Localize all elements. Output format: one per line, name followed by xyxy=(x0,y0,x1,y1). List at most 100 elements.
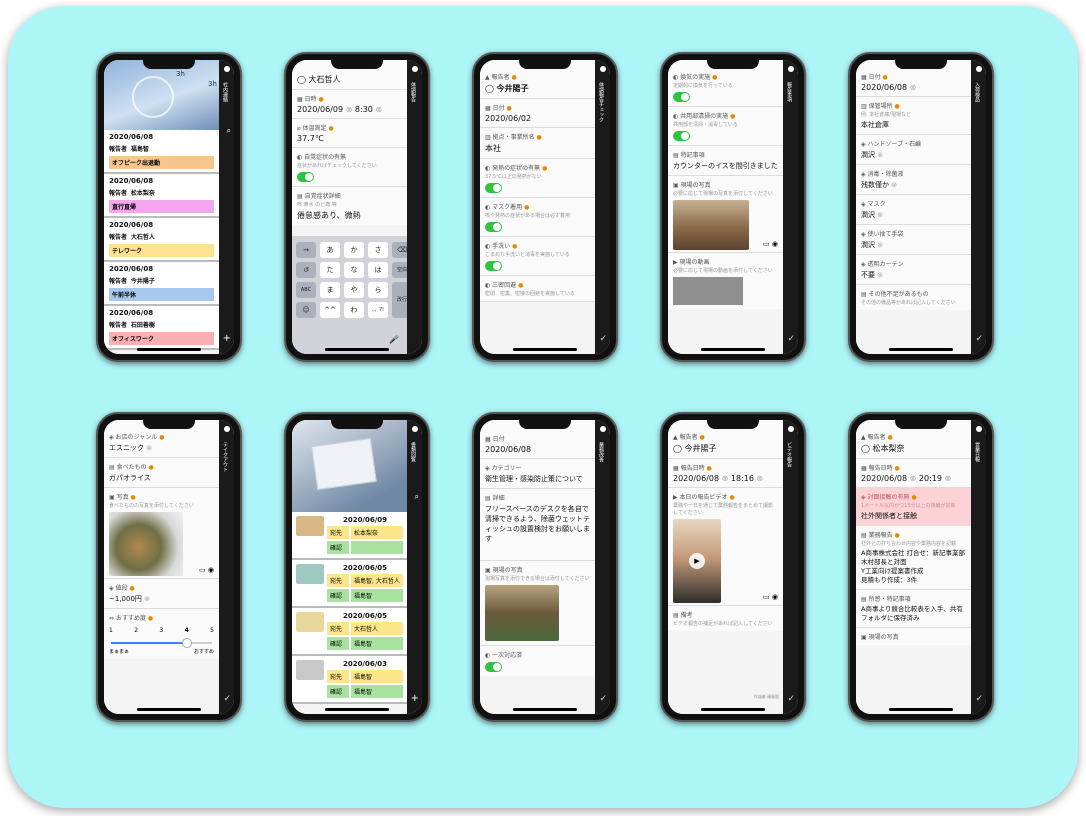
gallery-icon[interactable]: ▭ xyxy=(763,240,770,248)
item-toggle[interactable] xyxy=(485,261,502,271)
document-row[interactable]: 2020/06/05 宛先 大石哲人 確認 福島智 xyxy=(292,608,407,656)
key[interactable]: な xyxy=(344,262,364,278)
key[interactable]: ま xyxy=(320,282,340,298)
menu-icon[interactable] xyxy=(412,426,418,432)
key[interactable]: か xyxy=(344,242,364,258)
menu-icon[interactable] xyxy=(976,426,982,432)
check-icon[interactable]: ✓ xyxy=(975,334,983,344)
camera-icon[interactable]: ◉ xyxy=(208,566,214,574)
report-card[interactable]: 2020/06/08 報告者 石田善樹 オフィスワーク xyxy=(104,306,219,350)
menu-icon[interactable] xyxy=(976,66,982,72)
search-icon[interactable]: ⌕ xyxy=(415,492,419,502)
key[interactable]: は xyxy=(368,262,388,278)
stock-row[interactable]: ◈ ハンドソープ・石鹸 潤沢 ⊗ xyxy=(856,135,971,165)
report-card[interactable]: 2020/06/08 報告者 今井陽子 午前半休 xyxy=(104,262,219,306)
clear-icon[interactable]: ⊗ xyxy=(877,151,883,159)
report-card[interactable]: 2020/06/08 報告者 松本梨奈 直行直帰 xyxy=(104,174,219,218)
clear-icon[interactable]: ⊗ xyxy=(346,105,353,114)
key[interactable]: ABC xyxy=(296,282,316,298)
clear-icon[interactable]: ⊗ xyxy=(877,271,883,279)
key[interactable]: さ xyxy=(368,242,388,258)
menu-icon[interactable] xyxy=(600,66,606,72)
report-card[interactable]: 2020/06/08 報告者 大石哲人 テレワーク xyxy=(104,218,219,262)
key[interactable]: あ xyxy=(320,242,340,258)
document-row[interactable]: 2020/06/05 宛先 福島智, 大石哲人 確認 福島智 xyxy=(292,560,407,608)
category-field[interactable]: ◈ カテゴリー 衛生管理・感染防止策について xyxy=(480,459,595,489)
camera-icon[interactable]: ◉ xyxy=(772,240,778,248)
stock-row[interactable]: ◈ マスク 潤沢 ⊗ xyxy=(856,195,971,225)
other-field[interactable]: ▤ その他不足があるもの その他の備品等があれば記入してください xyxy=(856,285,971,310)
clear-icon[interactable]: ⊗ xyxy=(877,241,883,249)
done-toggle[interactable] xyxy=(485,662,502,672)
date-field[interactable]: ▦ 報告日時 ● 2020/06/08 ⊗ 20:19 ⊗ xyxy=(856,459,971,488)
check-icon[interactable]: ✓ xyxy=(599,694,607,704)
clear-icon[interactable]: ⊗ xyxy=(910,474,917,483)
clear-icon[interactable]: ⊗ xyxy=(757,474,764,483)
search-icon[interactable]: ⌕ xyxy=(227,126,231,136)
key[interactable]: た xyxy=(320,262,340,278)
key[interactable]: ☺ xyxy=(296,302,316,318)
report-card[interactable]: 2020/06/08 報告者 福島智 オフピーク出退勤 xyxy=(104,130,219,174)
document-row[interactable]: 2020/06/03 宛先 福島智 確認 福島智 xyxy=(292,656,407,704)
stock-row[interactable]: ◈ 使い捨て手袋 潤沢 ⊗ xyxy=(856,225,971,255)
key[interactable]: や xyxy=(344,282,364,298)
office-field[interactable]: ▥ 拠点・事業所名 ● 本社 xyxy=(480,128,595,159)
next-field[interactable]: ▤ 所感・特記事項 A商事より競合比較表を入手、共有フォルダに保存済み xyxy=(856,590,971,628)
item-toggle[interactable] xyxy=(673,92,690,102)
add-icon[interactable]: + xyxy=(223,333,231,344)
menu-icon[interactable] xyxy=(224,66,230,72)
clear-icon[interactable]: ⊗ xyxy=(910,83,917,92)
document-row[interactable]: 2020/06/09 宛先 松本梨奈 確認 xyxy=(292,512,407,560)
key[interactable]: → xyxy=(296,242,316,258)
clear-icon[interactable]: ⊗ xyxy=(877,211,883,219)
price-field[interactable]: ◈ 値段 ● ~1,000円 ⊗ xyxy=(104,579,219,609)
symptom-field[interactable]: ▤ 自覚症状詳細 咳 鼻水 のど痛 等 倦怠感あり、微熱 xyxy=(292,187,407,225)
check-icon[interactable]: ✓ xyxy=(599,334,607,344)
clear-icon[interactable]: ⊗ xyxy=(945,474,952,483)
special-field[interactable]: ▤ 特記事項 カウンターのイスを間引きました xyxy=(668,146,783,176)
clear-icon[interactable]: ⊗ xyxy=(146,444,152,452)
item-toggle[interactable] xyxy=(673,131,690,141)
clear-icon[interactable]: ⊗ xyxy=(722,474,729,483)
office-photo[interactable] xyxy=(485,585,559,641)
symptom-value[interactable]: 倦怠感あり、微熱 xyxy=(297,210,402,221)
video-thumbnail[interactable] xyxy=(673,277,743,305)
selfcheck-toggle[interactable] xyxy=(297,172,314,182)
detail-field[interactable]: ▤ 詳細 フリースペースのデスクを各自で清掃できるよう、除菌ウェットティッシュの… xyxy=(480,489,595,561)
play-icon[interactable]: ▶ xyxy=(689,553,705,569)
menu-icon[interactable] xyxy=(600,426,606,432)
gallery-icon[interactable]: ▭ xyxy=(199,566,206,574)
menu-icon[interactable] xyxy=(788,66,794,72)
menu-icon[interactable] xyxy=(224,426,230,432)
item-toggle[interactable] xyxy=(485,222,502,232)
rating-slider[interactable] xyxy=(111,638,212,648)
microphone-icon[interactable]: 🎤 xyxy=(389,335,399,344)
key[interactable]: わ xyxy=(344,302,364,318)
clear-icon[interactable]: ⊗ xyxy=(891,181,897,189)
add-icon[interactable]: + xyxy=(411,693,419,704)
key[interactable]: ら xyxy=(368,282,388,298)
date-field[interactable]: ▦ 日時 ● 2020/06/09 ⊗ 8:30 ⊗ xyxy=(292,90,407,119)
check-icon[interactable]: ✓ xyxy=(787,334,795,344)
check-icon[interactable]: ✓ xyxy=(975,694,983,704)
date-field[interactable]: ▦ 日付 ● 2020/06/02 xyxy=(480,99,595,128)
clear-icon[interactable]: ⊗ xyxy=(375,105,382,114)
key[interactable]: ^^ xyxy=(320,302,340,318)
menu-icon[interactable] xyxy=(412,66,418,72)
menu-icon[interactable] xyxy=(788,426,794,432)
key[interactable]: ↺ xyxy=(296,262,316,278)
date-field[interactable]: ▦ 報告日時 ● 2020/06/08 ⊗ 18:16 ⊗ xyxy=(668,459,783,488)
check-icon[interactable]: ✓ xyxy=(223,694,231,704)
rating-slider-knob[interactable] xyxy=(181,638,192,648)
contact-field[interactable]: ◈ 対面接触の有無 ● 1メートル以内かつ15分以上の接触が対象 社外関係者と接… xyxy=(856,488,971,526)
food-field[interactable]: ▤ 食べたもの ● ガパオライス xyxy=(104,458,219,488)
note-field[interactable]: ▤ 備考 ビデオ報告の補足があれば記入してください xyxy=(668,606,783,631)
clear-icon[interactable]: ⊗ xyxy=(144,595,150,603)
temperature-field[interactable]: ⌀ 体温測定 ● 37.7℃ xyxy=(292,119,407,148)
stock-row[interactable]: ◈ 透明カーテン 不要 ⊗ xyxy=(856,255,971,285)
work-field[interactable]: ▤ 業務報告 ● 社外との打ち合わせ内容や業務内容を記載 A商事株式会社 打合せ… xyxy=(856,526,971,590)
camera-icon[interactable]: ◉ xyxy=(772,593,778,601)
check-icon[interactable]: ✓ xyxy=(787,694,795,704)
stock-row[interactable]: ◈ 消毒・除菌液 残数僅か ⊗ xyxy=(856,165,971,195)
place-field[interactable]: ▥ 保管場所 ● 例: 本社倉庫/現場など 本社倉庫 xyxy=(856,97,971,135)
